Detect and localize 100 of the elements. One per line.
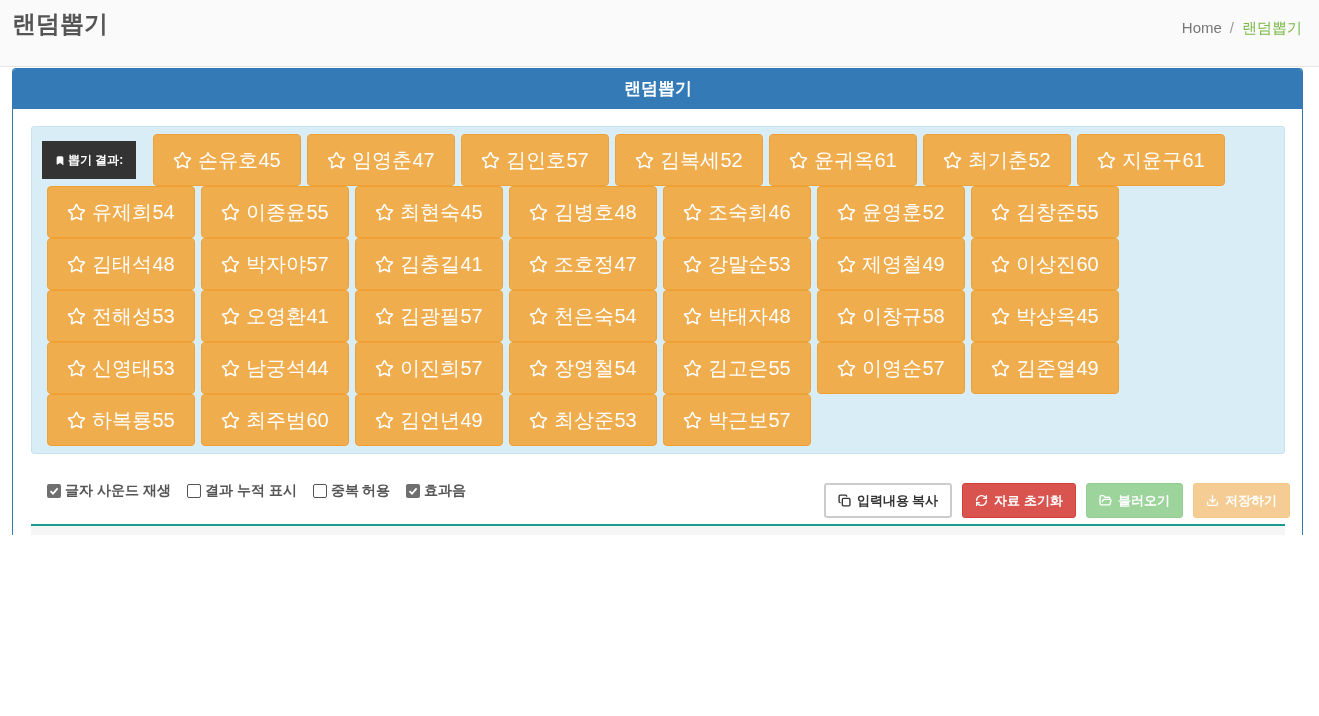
result-name-button[interactable]: 김광필57 [355, 290, 503, 342]
result-name-button[interactable]: 김언년49 [355, 394, 503, 446]
star-icon [683, 358, 703, 378]
star-icon [529, 358, 549, 378]
result-name-button[interactable]: 장영철54 [509, 342, 657, 394]
result-name-button[interactable]: 최주범60 [201, 394, 349, 446]
result-name-button[interactable]: 김병호48 [509, 186, 657, 238]
result-name-button[interactable]: 박근보57 [663, 394, 811, 446]
result-name-button[interactable]: 김충길41 [355, 238, 503, 290]
result-name-button[interactable]: 제영철49 [817, 238, 965, 290]
result-name-button[interactable]: 김인호57 [461, 134, 609, 186]
result-name-button[interactable]: 유제희54 [47, 186, 195, 238]
star-icon [375, 358, 395, 378]
result-name-button[interactable]: 오영환41 [201, 290, 349, 342]
result-name-button[interactable]: 박자야57 [201, 238, 349, 290]
result-name-button[interactable]: 조숙희46 [663, 186, 811, 238]
star-icon [991, 254, 1011, 274]
result-name-button[interactable]: 김창준55 [971, 186, 1119, 238]
star-icon [991, 202, 1011, 222]
star-icon [221, 410, 241, 430]
result-name-button[interactable]: 천은숙54 [509, 290, 657, 342]
star-icon [837, 202, 857, 222]
breadcrumb-link[interactable]: 랜덤뽑기 [1242, 17, 1302, 40]
star-icon [375, 202, 395, 222]
star-icon [221, 358, 241, 378]
reset-button[interactable]: 자료 초기화 [962, 483, 1076, 518]
result-name-button[interactable]: 전해성53 [47, 290, 195, 342]
result-name-button[interactable]: 박상옥45 [971, 290, 1119, 342]
checkbox[interactable] [186, 483, 201, 498]
check-icon [49, 485, 59, 496]
star-icon [991, 306, 1011, 326]
option-label: 글자 사운드 재생 [65, 481, 171, 500]
star-icon [221, 306, 241, 326]
result-name-button[interactable]: 손유호45 [153, 134, 301, 186]
star-icon [67, 306, 87, 326]
result-name-button[interactable]: 김준열49 [971, 342, 1119, 394]
star-icon [683, 202, 703, 222]
download-icon [1206, 494, 1219, 507]
star-icon [943, 150, 963, 170]
result-name-button[interactable]: 윤영훈52 [817, 186, 965, 238]
option-label: 효과음 [424, 481, 467, 500]
star-icon [481, 150, 501, 170]
star-icon [683, 306, 703, 326]
star-icon [683, 410, 703, 430]
result-name-button[interactable]: 강말순53 [663, 238, 811, 290]
breadcrumb-link[interactable]: Home [1181, 17, 1222, 40]
option-label: 중복 허용 [330, 481, 391, 500]
result-name-button[interactable]: 윤귀옥61 [769, 134, 917, 186]
bookmark-icon [54, 154, 65, 166]
checkbox[interactable] [406, 483, 421, 498]
star-icon [173, 150, 193, 170]
star-icon [67, 358, 87, 378]
result-name-button[interactable]: 최현숙45 [355, 186, 503, 238]
star-icon [529, 306, 549, 326]
star-icon [375, 306, 395, 326]
result-label-text: 뽑기 결과: [67, 152, 124, 169]
star-icon [635, 150, 655, 170]
star-icon [683, 254, 703, 274]
star-icon [529, 410, 549, 430]
star-icon [837, 254, 857, 274]
result-name-button[interactable]: 김태석48 [47, 238, 195, 290]
star-icon [375, 410, 395, 430]
result-name-button[interactable]: 지윤구61 [1077, 134, 1225, 186]
star-icon [837, 306, 857, 326]
star-icon [221, 254, 241, 274]
star-icon [1097, 150, 1117, 170]
result-name-button[interactable]: 김복세52 [615, 134, 763, 186]
star-icon [67, 254, 87, 274]
result-name-button[interactable]: 하복룡55 [47, 394, 195, 446]
checkbox[interactable] [47, 483, 61, 498]
star-icon [529, 202, 549, 222]
star-icon [991, 358, 1011, 378]
star-icon [67, 410, 87, 430]
star-icon [221, 202, 241, 222]
result-name-button[interactable]: 이상진60 [971, 238, 1119, 290]
result-name-button[interactable]: 임영춘47 [307, 134, 455, 186]
refresh-icon [975, 494, 989, 507]
panel-title: 랜덤뽑기 [623, 78, 692, 101]
result-name-button[interactable]: 남궁석44 [201, 342, 349, 394]
check-icon [408, 485, 419, 496]
result-name-button[interactable]: 조호정47 [509, 238, 657, 290]
star-icon [837, 358, 857, 378]
breadcrumb-separator: / [1229, 18, 1234, 38]
result-name-button[interactable]: 이진희57 [355, 342, 503, 394]
result-name-button[interactable]: 최기춘52 [923, 134, 1071, 186]
result-name-button[interactable]: 이영순57 [817, 342, 965, 394]
result-name-button[interactable]: 신영태53 [47, 342, 195, 394]
page-title: 랜덤뽑기 [12, 9, 108, 39]
option-label: 결과 누적 표시 [204, 481, 297, 500]
result-name-button[interactable]: 김고은55 [663, 342, 811, 394]
star-icon [327, 150, 347, 170]
result-name-button[interactable]: 박태자48 [663, 290, 811, 342]
star-icon [529, 254, 549, 274]
result-name-button[interactable]: 이종윤55 [201, 186, 349, 238]
result-name-button[interactable]: 최상준53 [509, 394, 657, 446]
folder-icon [1099, 494, 1112, 507]
checkbox[interactable] [312, 483, 327, 498]
result-name-button[interactable]: 이창규58 [817, 290, 965, 342]
star-icon [375, 254, 395, 274]
copy-button[interactable]: 입력내용 복사 [823, 483, 953, 518]
